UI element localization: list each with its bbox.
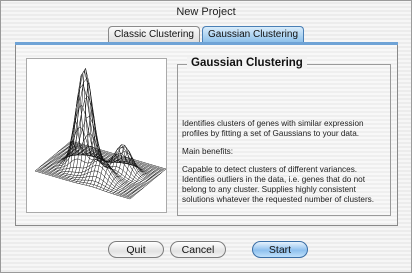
quit-button[interactable]: Quit <box>108 241 164 258</box>
benefits-paragraph: Capable to detect clusters of different … <box>182 165 375 204</box>
window-title: New Project <box>176 6 236 18</box>
description-text: Identifies clusters of genes with simila… <box>182 119 388 213</box>
start-button[interactable]: Start <box>252 241 308 258</box>
new-project-window: New Project Classic Clustering Gaussian C… <box>0 0 412 273</box>
gaussian-surface-illustration <box>34 67 166 200</box>
description-paragraph: Identifies clusters of genes with simila… <box>182 119 364 138</box>
tab-bar: Classic Clustering Gaussian Clustering <box>1 26 411 42</box>
main-benefits-label: Main benefits: <box>182 147 233 156</box>
gaussian-surface-image <box>26 58 167 213</box>
tab-classic-clustering[interactable]: Classic Clustering <box>107 26 200 42</box>
tab-gaussian-clustering[interactable]: Gaussian Clustering <box>201 26 305 42</box>
panel-accent-line <box>15 42 398 45</box>
group-title: Gaussian Clustering <box>187 57 307 69</box>
cancel-button[interactable]: Cancel <box>170 241 226 258</box>
